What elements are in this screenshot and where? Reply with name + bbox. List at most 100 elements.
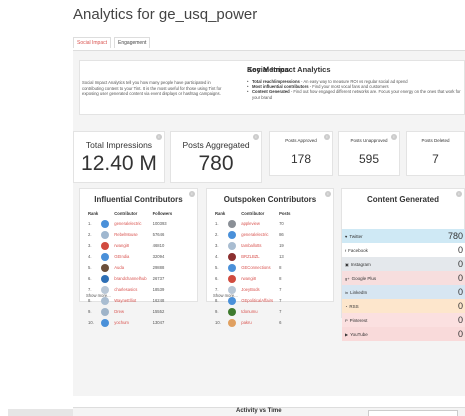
avatar[interactable] [228,263,237,272]
rank-cell: 4. [88,254,92,259]
network-label: ▶ YouTube [345,331,368,337]
avatar-cell [101,273,111,284]
contributor-link[interactable]: GEIndia [111,251,149,262]
avatar-cell [228,306,238,317]
count-cell: 32094 [152,254,165,259]
avatar[interactable] [101,263,110,272]
network-label: ◔ RSS [345,303,359,309]
show-more-link[interactable]: Show more... [86,293,111,298]
network-label: f Facebook [345,247,368,253]
avatar[interactable] [228,230,237,239]
contributor-link[interactable]: appleview [238,218,276,229]
contributor-link[interactable]: yochum [111,317,149,328]
avatar-cell [101,218,111,229]
tab-bar: Social Impact Engagement [73,37,151,48]
rank-cell: 3. [215,243,219,248]
avatar[interactable] [228,318,237,327]
stat-posts-deleted: Posts Deleted 7 [406,131,465,176]
network-label: P Pinterest [345,317,368,323]
table-row: 5. GEConnections 8 [212,262,293,273]
info-icon[interactable]: i [253,134,259,140]
rank-cell: 1. [88,221,92,226]
tab-engagement[interactable]: Engagement [114,37,151,48]
activity-section: Activity vs Time [73,407,465,416]
contributor-link[interactable]: generalelectric [111,218,149,229]
content-row-instagram: ▣ Instagram 0 [342,257,465,271]
outspoken-contributors-card: Outspoken Contributors i Rank Contributor… [206,188,334,327]
avatar[interactable] [228,307,237,316]
avatar[interactable] [228,219,237,228]
info-icon[interactable]: i [325,191,331,197]
table-row: 5. Auda 29888 [85,262,175,273]
count-cell: 7 [279,298,282,303]
avatar[interactable] [101,241,110,250]
rank-cell: 2. [88,232,92,237]
count-cell: 7 [279,287,282,292]
avatar-cell [228,317,238,328]
contributor-link[interactable]: rwangi8 [111,240,149,251]
count-cell: 8 [279,276,282,281]
contributor-link[interactable]: charlesasics [111,284,149,295]
avatar[interactable] [101,318,110,327]
count-cell: 13 [279,254,284,259]
content-row-linkedin: in LinkedIn 0 [342,285,465,299]
card-title: Influential Contributors [94,195,183,204]
rank-cell: 9. [88,309,92,314]
table-row: 1. generalelectric 100393 [85,218,175,229]
contributor-link[interactable]: JoeyBods [238,284,276,295]
table-row: 3. rwangi8 46810 [85,240,175,251]
influential-contributors-card: Influential Contributors i Rank Contribut… [79,188,198,327]
avatar[interactable] [228,274,237,283]
info-icon[interactable]: i [391,134,397,140]
contributor-link[interactable]: tamballotts [238,240,276,251]
count-cell: 26737 [152,276,165,281]
stat-value: 595 [358,152,380,166]
avatar[interactable] [101,230,110,239]
info-icon[interactable]: i [456,191,462,197]
contributor-link[interactable]: WayneElliot [111,295,149,306]
avatar[interactable] [228,241,237,250]
intro-text: Social Impact Analytics tell you how man… [82,80,222,96]
tab-social-impact[interactable]: Social Impact [73,37,112,48]
contributor-link[interactable]: brandchannelhub [111,273,149,284]
info-icon[interactable]: i [189,191,195,197]
contributor-link[interactable]: Auda [111,262,149,273]
table-header: Rank Contributor Followers [88,211,173,216]
date-range-select[interactable] [368,410,458,416]
info-icon[interactable]: i [324,134,330,140]
count-cell: 57646 [152,232,165,237]
count-cell: 100393 [152,221,167,226]
table-row: 6. brandchannelhub 26737 [85,273,175,284]
rank-cell: 1. [215,221,219,226]
avatar[interactable] [101,219,110,228]
info-icon[interactable]: i [156,134,162,140]
table-row: 2. generalelectric 86 [212,229,293,240]
avatar[interactable] [101,274,110,283]
content-generated-card: Content Generated i ♥ Twitter 780 f Facebook… [341,188,465,341]
network-icon: ◔ [345,303,348,309]
contributor-link[interactable]: tdonumu [238,306,276,317]
contributor-link[interactable]: pakru [238,317,276,328]
contributor-link[interactable]: rwangi8 [238,273,276,284]
stat-posts-approved: Posts Approved 178 i [269,131,333,176]
avatar[interactable] [228,252,237,261]
stat-value: 178 [290,152,312,166]
contributor-link[interactable]: generalelectric [238,229,276,240]
contributor-link[interactable]: BRZLBZL [238,251,276,262]
table-row: 10. pakru 6 [212,317,293,328]
avatar[interactable] [101,307,110,316]
stat-label: Posts Approved [285,138,317,143]
contributor-link[interactable]: RebelMouse [111,229,149,240]
contributor-link[interactable]: GEConnections [238,262,276,273]
count-cell: 46810 [152,243,165,248]
avatar[interactable] [101,252,110,261]
contributor-link[interactable]: GEpoliticalAffairs [238,295,276,306]
contributor-link[interactable]: Drew [111,306,149,317]
show-more-link[interactable]: Show more... [213,293,238,298]
network-icon: ▶ [345,331,349,337]
network-value: 0 [457,287,463,297]
avatar-cell [101,317,111,328]
count-cell: 86 [279,232,284,237]
rank-cell: 9. [215,309,219,314]
rank-cell: 2. [215,232,219,237]
